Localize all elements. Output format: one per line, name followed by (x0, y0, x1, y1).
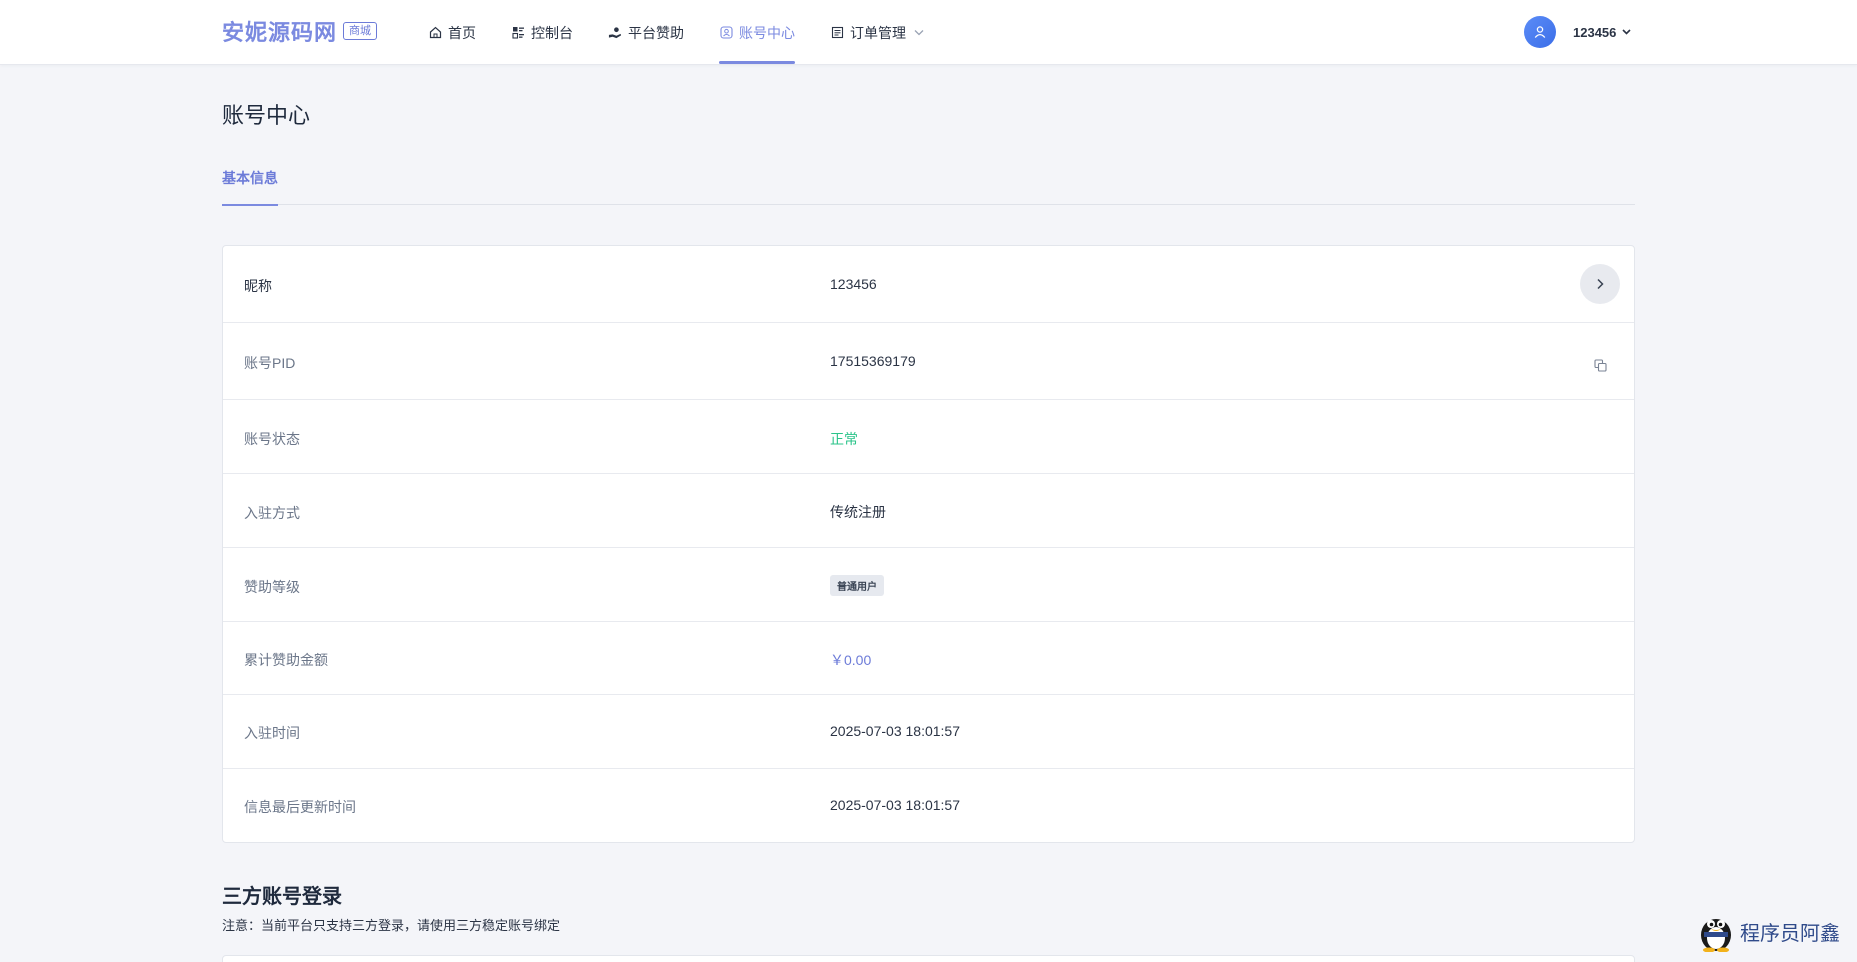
third-party-note: 注意：当前平台只支持三方登录，请使用三方稳定账号绑定 (222, 918, 561, 933)
donate-icon (608, 26, 622, 40)
nav-item-account[interactable]: 账号中心 (719, 0, 795, 65)
info-label: 入驻方式 (244, 505, 300, 521)
info-value: 传统注册 (830, 504, 886, 520)
info-row-total-sponsor: 累计赞助金额 ￥0.00 (223, 622, 1634, 695)
info-value: 2025-07-03 18:01:57 (830, 723, 960, 739)
tab-bar: 基本信息 (222, 160, 1635, 206)
watermark-text: 程序员阿鑫 (1740, 922, 1840, 945)
info-value: 123456 (830, 276, 877, 292)
info-row-updated-time: 信息最后更新时间 2025-07-03 18:01:57 (223, 769, 1634, 843)
nav-item-home[interactable]: 首页 (428, 0, 476, 65)
dashboard-icon (511, 26, 525, 40)
user-icon (1534, 26, 1546, 38)
third-party-title: 三方账号登录 (222, 886, 342, 908)
info-row-status: 账号状态 正常 (223, 400, 1634, 474)
copy-icon (1593, 358, 1607, 372)
account-icon (719, 26, 733, 40)
info-label: 赞助等级 (244, 579, 300, 595)
info-row-join-time: 入驻时间 2025-07-03 18:01:57 (223, 695, 1634, 769)
chevron-down-icon (914, 27, 924, 39)
user-name: 123456 (1573, 24, 1617, 40)
sponsor-level-badge: 普通用户 (830, 575, 884, 596)
nav-label-home: 首页 (448, 24, 476, 41)
info-row-pid: 账号PID 17515369179 (223, 323, 1634, 400)
nav-label-account: 账号中心 (739, 24, 795, 41)
info-label: 入驻时间 (244, 725, 300, 741)
nav-item-donate[interactable]: 平台赞助 (608, 0, 684, 65)
home-icon (428, 26, 442, 40)
main-nav: 首页 控制台 平台赞助 账号中心 订单管理 (428, 0, 959, 65)
top-navbar: 安妮源码网 商城 首页 控制台 平台赞助 账号中心 订单管理 123456 (0, 0, 1857, 65)
copy-pid-button[interactable] (1591, 356, 1609, 374)
order-icon (830, 26, 844, 40)
watermark: 程序员阿鑫 (1696, 910, 1840, 952)
avatar[interactable] (1524, 16, 1556, 48)
nav-item-dashboard[interactable]: 控制台 (511, 0, 573, 65)
info-row-sponsor-level: 赞助等级 普通用户 (223, 548, 1634, 622)
info-label: 账号状态 (244, 431, 300, 447)
page-title: 账号中心 (222, 103, 311, 128)
info-row-nickname[interactable]: 昵称 123456 (223, 246, 1634, 323)
status-value: 正常 (830, 431, 858, 447)
chevron-down-icon (1622, 27, 1631, 38)
sponsor-amount-value: ￥0.00 (830, 652, 872, 668)
info-label: 昵称 (244, 278, 272, 294)
edit-nickname-button[interactable] (1580, 264, 1620, 304)
tab-basic-info[interactable]: 基本信息 (222, 168, 278, 206)
brand-name: 安妮源码网 (222, 20, 338, 45)
nav-label-donate: 平台赞助 (628, 24, 684, 41)
brand-logo[interactable]: 安妮源码网 商城 (222, 16, 378, 46)
info-row-register-method: 入驻方式 传统注册 (223, 474, 1634, 548)
third-party-card (222, 955, 1635, 962)
info-label: 累计赞助金额 (244, 652, 328, 668)
info-label: 信息最后更新时间 (244, 799, 356, 815)
brand-badge: 商城 (343, 22, 378, 40)
nav-label-orders: 订单管理 (850, 24, 906, 41)
account-info-card: 昵称 123456 账号PID 17515369179 账号状态 正常 入驻方式… (222, 245, 1635, 843)
info-label: 账号PID (244, 355, 296, 371)
nav-label-dashboard: 控制台 (531, 24, 573, 41)
penguin-icon (1701, 919, 1731, 952)
chevron-right-icon (1597, 278, 1604, 290)
user-menu[interactable]: 123456 (1524, 16, 1631, 48)
info-value: 2025-07-03 18:01:57 (830, 797, 960, 813)
nav-item-orders[interactable]: 订单管理 (830, 0, 924, 65)
info-value: 17515369179 (830, 353, 916, 369)
